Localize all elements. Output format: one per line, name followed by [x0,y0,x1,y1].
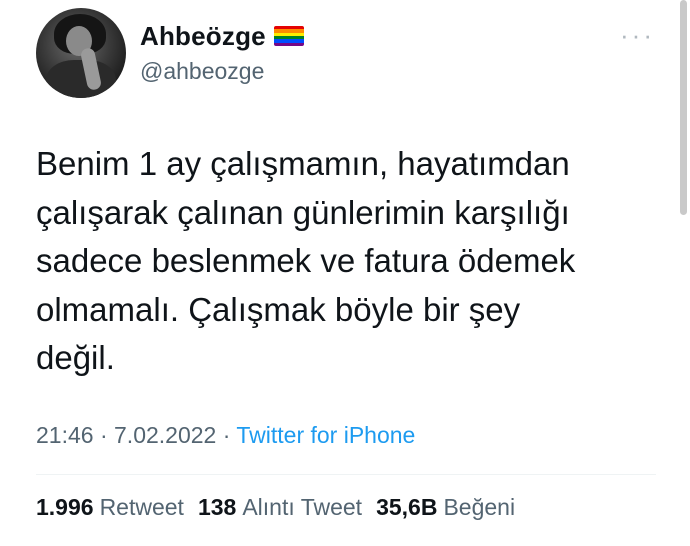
tweet-time[interactable]: 21:46 [36,422,94,448]
retweets-label: Retweet [99,494,184,520]
meta-separator: · [93,422,115,448]
scrollbar[interactable] [680,0,687,215]
tweet-date[interactable]: 7.02.2022 [114,422,216,448]
author-name-row[interactable]: Ahbeözge [140,20,304,52]
likes-label: Beğeni [443,494,516,520]
divider [36,474,656,475]
display-name[interactable]: Ahbeözge [140,21,266,52]
quotes-label: Alıntı Tweet [242,494,363,520]
quotes-count: 138 [197,494,237,520]
more-dots-icon[interactable]: ··· [620,22,655,48]
meta-separator: · [216,422,237,448]
avatar-body-shape [46,60,116,98]
likes-count: 35,6B [376,494,438,520]
retweets-count: 1.996 [36,494,94,520]
tweet-meta: 21:46 · 7.02.2022 · Twitter for iPhone [36,422,415,449]
rainbow-flag-icon [273,26,304,46]
likes-stat[interactable]: 35,6B Beğeni [376,494,515,521]
quotes-stat[interactable]: 138 Alıntı Tweet [198,494,362,521]
user-handle[interactable]: @ahbeozge [140,58,264,85]
avatar[interactable] [36,8,126,98]
retweets-stat[interactable]: 1.996 Retweet [36,494,184,521]
tweet-source-link[interactable]: Twitter for iPhone [236,422,415,448]
tweet-stats: 1.996 Retweet 138 Alıntı Tweet 35,6B Beğeni [36,494,515,521]
tweet-text: Benim 1 ay çalışmamın, hayatımdan çalışa… [36,145,576,376]
tweet-card: Ahbeözge @ahbeozge ··· Benim 1 ay çalışm… [0,0,690,546]
